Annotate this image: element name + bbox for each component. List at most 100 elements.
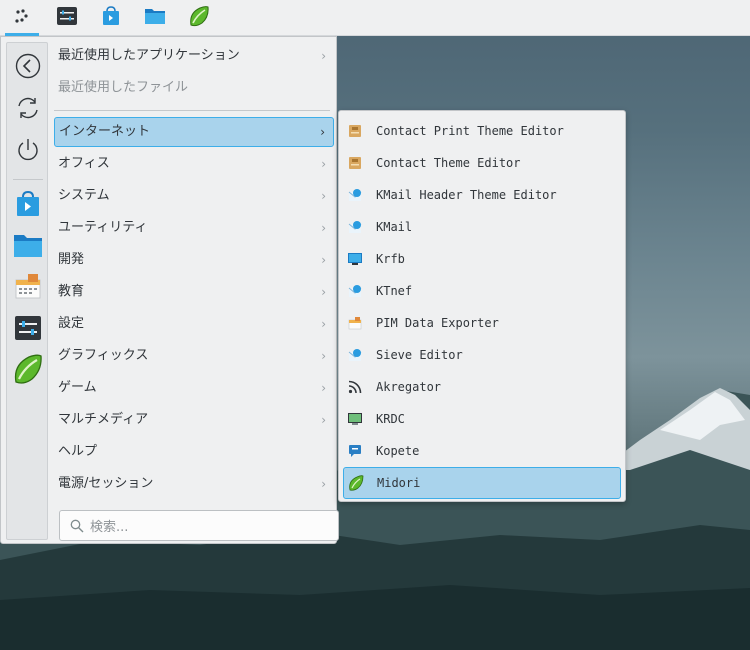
app-pim-data-exporter[interactable]: PIM Data Exporter xyxy=(343,307,621,339)
category-games[interactable]: ゲーム › xyxy=(54,373,334,403)
category-system[interactable]: システム › xyxy=(54,181,334,211)
app-label: Contact Print Theme Editor xyxy=(376,124,564,138)
category-office[interactable]: オフィス › xyxy=(54,149,334,179)
favorite-discover[interactable] xyxy=(11,189,45,223)
favorite-system-settings[interactable] xyxy=(11,313,45,347)
app-midori[interactable]: Midori xyxy=(343,467,621,499)
category-label: ゲーム xyxy=(58,380,97,395)
chevron-right-icon: › xyxy=(321,49,326,63)
favorite-file-manager[interactable] xyxy=(11,230,45,264)
app-label: KRDC xyxy=(376,412,405,426)
app-label: Midori xyxy=(377,476,421,490)
category-recent-files[interactable]: 最近使用したファイル xyxy=(54,73,334,103)
chevron-right-icon: › xyxy=(321,285,326,299)
category-label: 最近使用したアプリケーション xyxy=(58,48,240,63)
ktnef-icon xyxy=(347,283,363,299)
category-label: 最近使用したファイル xyxy=(58,80,189,95)
app-krdc[interactable]: KRDC xyxy=(343,403,621,435)
refresh-button[interactable] xyxy=(11,93,45,127)
app-contact-print-theme-editor[interactable]: Contact Print Theme Editor xyxy=(343,115,621,147)
back-button[interactable] xyxy=(11,51,45,85)
sieve-editor-icon xyxy=(347,347,363,363)
launcher-icon xyxy=(13,7,31,29)
category-graphics[interactable]: グラフィックス › xyxy=(54,341,334,371)
panel-discover-button[interactable] xyxy=(93,4,129,32)
refresh-icon xyxy=(15,95,41,125)
app-label: KMail xyxy=(376,220,413,234)
panel-settings-app-button[interactable] xyxy=(49,4,85,32)
category-label: ヘルプ xyxy=(58,444,98,459)
category-label: マルチメディア xyxy=(58,412,149,427)
app-kmail-header-theme-editor[interactable]: KMail Header Theme Editor xyxy=(343,179,621,211)
settings-app-icon xyxy=(56,5,78,31)
panel-midori-button[interactable] xyxy=(181,4,217,32)
app-sieve-editor[interactable]: Sieve Editor xyxy=(343,339,621,371)
internet-submenu: Contact Print Theme Editor Contact Theme… xyxy=(338,110,626,502)
app-kopete[interactable]: Kopete xyxy=(343,435,621,467)
category-label: グラフィックス xyxy=(58,348,149,363)
power-button[interactable] xyxy=(11,135,45,169)
app-krfb[interactable]: Krfb xyxy=(343,243,621,275)
category-multimedia[interactable]: マルチメディア › xyxy=(54,405,334,435)
search-icon xyxy=(70,519,84,533)
favorite-pim[interactable] xyxy=(11,271,45,305)
application-menu: 最近使用したアプリケーション › 最近使用したファイル インターネット › オフ… xyxy=(0,36,339,544)
pim-icon xyxy=(14,272,42,304)
kopete-icon xyxy=(347,443,363,459)
app-label: Kopete xyxy=(376,444,420,458)
chevron-right-icon: › xyxy=(321,253,326,267)
application-launcher-button[interactable] xyxy=(4,4,40,36)
app-kmail[interactable]: KMail xyxy=(343,211,621,243)
app-contact-theme-editor[interactable]: Contact Theme Editor xyxy=(343,147,621,179)
category-recent-applications[interactable]: 最近使用したアプリケーション › xyxy=(54,41,334,71)
app-label: Akregator xyxy=(376,380,442,394)
search-field[interactable]: 検索... xyxy=(59,510,339,541)
chevron-right-icon: › xyxy=(320,125,325,139)
category-label: 電源/セッション xyxy=(58,476,154,491)
app-label: Krfb xyxy=(376,252,405,266)
kmail-icon xyxy=(347,219,363,235)
app-label: Sieve Editor xyxy=(376,348,463,362)
chevron-right-icon: › xyxy=(321,349,326,363)
category-label: システム xyxy=(58,188,110,203)
category-internet[interactable]: インターネット › xyxy=(54,117,334,147)
krdc-icon xyxy=(347,411,363,427)
back-icon xyxy=(15,53,41,83)
discover-icon xyxy=(101,6,121,30)
category-education[interactable]: 教育 › xyxy=(54,277,334,307)
panel-file-manager-button[interactable] xyxy=(137,4,173,32)
category-label: 教育 xyxy=(58,284,85,299)
favorites-separator xyxy=(13,179,43,180)
chevron-right-icon: › xyxy=(321,317,326,331)
favorite-midori[interactable] xyxy=(11,354,45,388)
chevron-right-icon: › xyxy=(321,413,326,427)
category-settings[interactable]: 設定 › xyxy=(54,309,334,339)
category-label: インターネット xyxy=(59,124,151,139)
chevron-right-icon: › xyxy=(321,381,326,395)
category-label: オフィス xyxy=(58,156,110,171)
chevron-right-icon: › xyxy=(321,221,326,235)
category-help[interactable]: ヘルプ xyxy=(54,437,334,467)
app-label: PIM Data Exporter xyxy=(376,316,499,330)
discover-icon xyxy=(14,190,42,222)
contact-theme-icon xyxy=(347,155,363,171)
chevron-right-icon: › xyxy=(321,189,326,203)
favorites-sidebar xyxy=(6,42,48,540)
krfb-icon xyxy=(347,251,363,267)
midori-icon xyxy=(188,5,210,31)
power-icon xyxy=(15,137,41,167)
top-panel xyxy=(0,0,750,36)
category-development[interactable]: 開発 › xyxy=(54,245,334,275)
rss-icon xyxy=(347,379,363,395)
pim-data-exporter-icon xyxy=(347,315,363,331)
category-label: 開発 xyxy=(58,252,85,267)
category-separator xyxy=(54,110,330,111)
app-ktnef[interactable]: KTnef xyxy=(343,275,621,307)
search-placeholder: 検索... xyxy=(90,520,129,535)
app-label: KMail Header Theme Editor xyxy=(376,188,557,202)
category-utilities[interactable]: ユーティリティ › xyxy=(54,213,334,243)
settings-app-icon xyxy=(14,314,42,346)
category-power-session[interactable]: 電源/セッション › xyxy=(54,469,334,499)
chevron-right-icon: › xyxy=(321,477,326,491)
app-akregator[interactable]: Akregator xyxy=(343,371,621,403)
